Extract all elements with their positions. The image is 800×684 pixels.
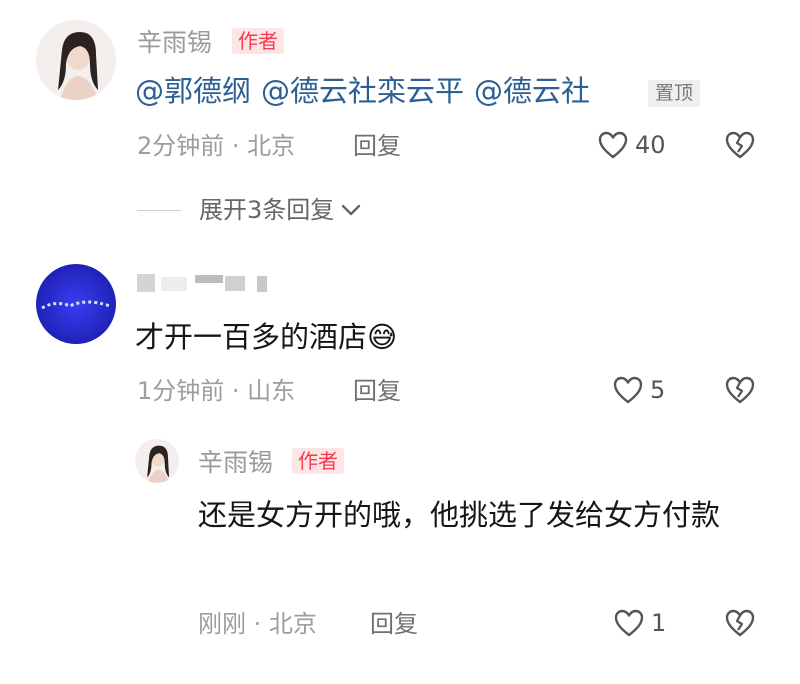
pinned-badge: 置顶	[648, 80, 701, 107]
like-count: 1	[651, 609, 667, 637]
like-button[interactable]: 40	[597, 130, 666, 160]
comment-text: 才开一百多的酒店😅	[135, 314, 397, 360]
divider	[137, 209, 181, 211]
like-count: 5	[650, 376, 666, 404]
author-badge: 作者	[232, 28, 284, 54]
mention-link[interactable]: @郭德纲	[135, 74, 251, 108]
dislike-button[interactable]	[723, 608, 757, 642]
mention-link[interactable]: @德云社	[474, 74, 590, 108]
heart-outline-icon	[614, 609, 644, 637]
like-count: 40	[635, 131, 666, 159]
comment-text-body: 才开一百多的酒店	[135, 320, 368, 354]
comment-mentions: @郭德纲 @德云社栾云平 @德云社	[135, 77, 600, 106]
comment-time-location: 1分钟前 · 山东	[137, 377, 296, 405]
like-button[interactable]: 1	[613, 608, 666, 638]
author-avatar[interactable]	[36, 20, 116, 100]
broken-heart-icon	[725, 131, 755, 159]
like-button[interactable]: 5	[612, 375, 665, 405]
chevron-down-icon	[342, 204, 361, 216]
expand-replies-label: 展开3条回复	[199, 196, 335, 224]
sweat-smile-emoji: 😅	[367, 320, 398, 354]
heart-outline-icon	[598, 131, 628, 159]
commenter-avatar[interactable]	[36, 264, 116, 344]
comment-author-name[interactable]: 辛雨锡	[137, 30, 212, 55]
author-badge: 作者	[292, 448, 344, 474]
heart-outline-icon	[613, 376, 643, 404]
reply-author-name[interactable]: 辛雨锡	[198, 450, 273, 475]
reply-button[interactable]: 回复	[370, 612, 418, 636]
reply-time-location: 刚刚 · 北京	[198, 610, 317, 638]
dislike-button[interactable]	[723, 375, 757, 409]
reply-button[interactable]: 回复	[353, 379, 401, 403]
masked-username[interactable]	[137, 271, 275, 295]
dislike-button[interactable]	[723, 130, 757, 164]
expand-replies-button[interactable]: 展开3条回复	[137, 198, 362, 222]
reply-button[interactable]: 回复	[353, 134, 401, 158]
mention-link[interactable]: @德云社栾云平	[261, 74, 464, 108]
broken-heart-icon	[725, 376, 755, 404]
broken-heart-icon	[725, 609, 755, 637]
comment-time-location: 2分钟前 · 北京	[137, 132, 296, 160]
reply-text: 还是女方开的哦，他挑选了发给女方付款	[198, 498, 721, 532]
author-avatar[interactable]	[135, 439, 179, 483]
